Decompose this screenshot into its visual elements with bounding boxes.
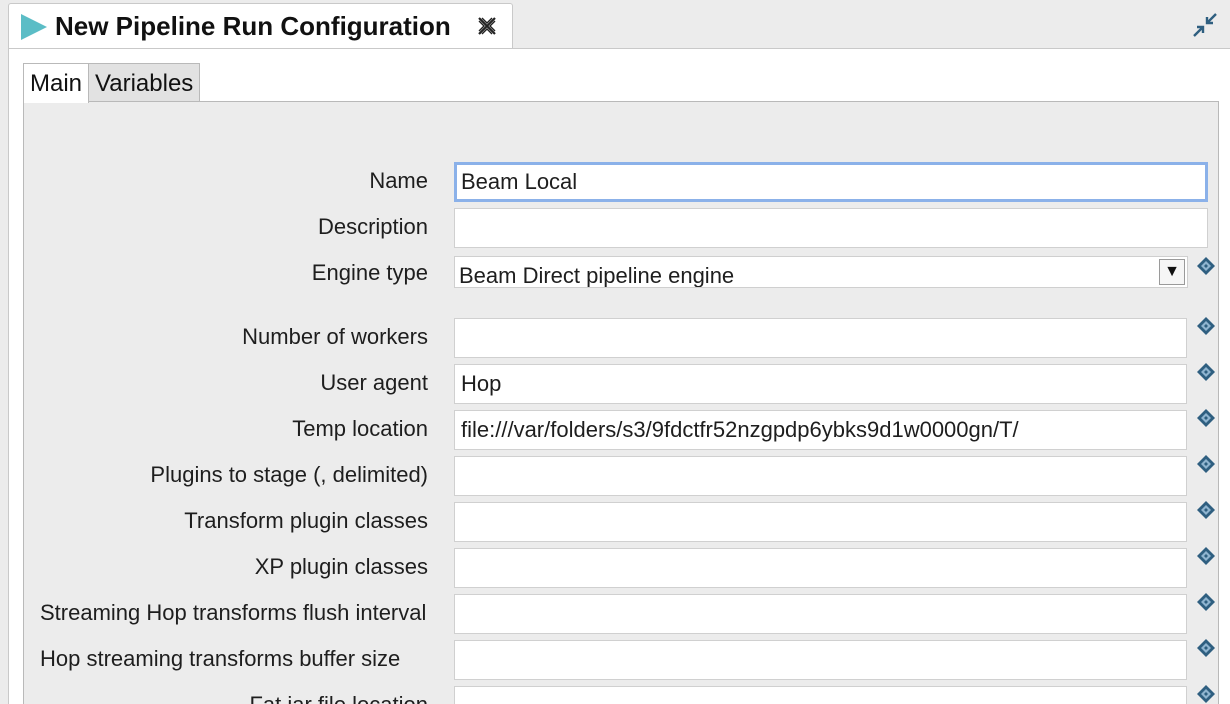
variable-diamond-icon[interactable] (1196, 316, 1216, 341)
buffer-size-input[interactable] (454, 640, 1187, 680)
content-area: Main Variables Name Description Engine t… (8, 48, 1230, 704)
variable-diamond-icon[interactable] (1196, 592, 1216, 617)
plugins-to-stage-label: Plugins to stage (, delimited) (150, 462, 428, 487)
transform-plugin-classes-input[interactable] (454, 502, 1187, 542)
name-label: Name (369, 168, 428, 193)
main-tab-panel: Name Description Engine type Beam Direct… (23, 101, 1219, 704)
buffer-size-label: Hop streaming transforms buffer size (40, 646, 401, 671)
editor-tab-title: New Pipeline Run Configuration (55, 11, 451, 41)
engine-type-select[interactable]: Beam Direct pipeline engine ▼ (454, 256, 1188, 288)
number-of-workers-label: Number of workers (242, 324, 428, 349)
variable-diamond-icon[interactable] (1196, 500, 1216, 525)
xp-plugin-classes-input[interactable] (454, 548, 1187, 588)
chevron-down-icon[interactable]: ▼ (1159, 259, 1185, 285)
transform-plugin-classes-label: Transform plugin classes (184, 508, 428, 533)
temp-location-input[interactable] (454, 410, 1187, 450)
name-input[interactable] (454, 162, 1208, 202)
plugins-to-stage-input[interactable] (454, 456, 1187, 496)
flush-interval-label: Streaming Hop transforms flush interval (40, 600, 427, 625)
variable-diamond-icon[interactable] (1196, 546, 1216, 571)
fat-jar-location-label: Fat jar file location (249, 692, 428, 704)
config-tabs: Main Variables (23, 63, 201, 103)
description-label: Description (317, 214, 428, 239)
editor-tab-strip: New Pipeline Run Configuration (0, 0, 1230, 48)
temp-location-label: Temp location (292, 416, 428, 441)
engine-type-label: Engine type (311, 260, 428, 285)
user-agent-input[interactable] (454, 364, 1187, 404)
variable-diamond-icon[interactable] (1196, 684, 1216, 704)
play-triangle-icon (19, 12, 49, 47)
variable-diamond-icon[interactable] (1196, 256, 1216, 281)
engine-type-value: Beam Direct pipeline engine (459, 263, 735, 288)
editor-tab[interactable]: New Pipeline Run Configuration (8, 3, 513, 48)
tab-main[interactable]: Main (23, 63, 90, 103)
number-of-workers-input[interactable] (454, 318, 1187, 358)
variable-diamond-icon[interactable] (1196, 454, 1216, 479)
variable-diamond-icon[interactable] (1196, 638, 1216, 663)
minimize-arrows-icon[interactable] (1192, 12, 1218, 43)
tab-variables[interactable]: Variables (89, 63, 201, 102)
variable-diamond-icon[interactable] (1196, 408, 1216, 433)
close-x-icon[interactable] (476, 15, 498, 42)
flush-interval-input[interactable] (454, 594, 1187, 634)
description-input[interactable] (454, 208, 1208, 248)
variable-diamond-icon[interactable] (1196, 362, 1216, 387)
fat-jar-location-input[interactable] (454, 686, 1187, 704)
user-agent-label: User agent (320, 370, 428, 395)
xp-plugin-classes-label: XP plugin classes (254, 554, 428, 579)
